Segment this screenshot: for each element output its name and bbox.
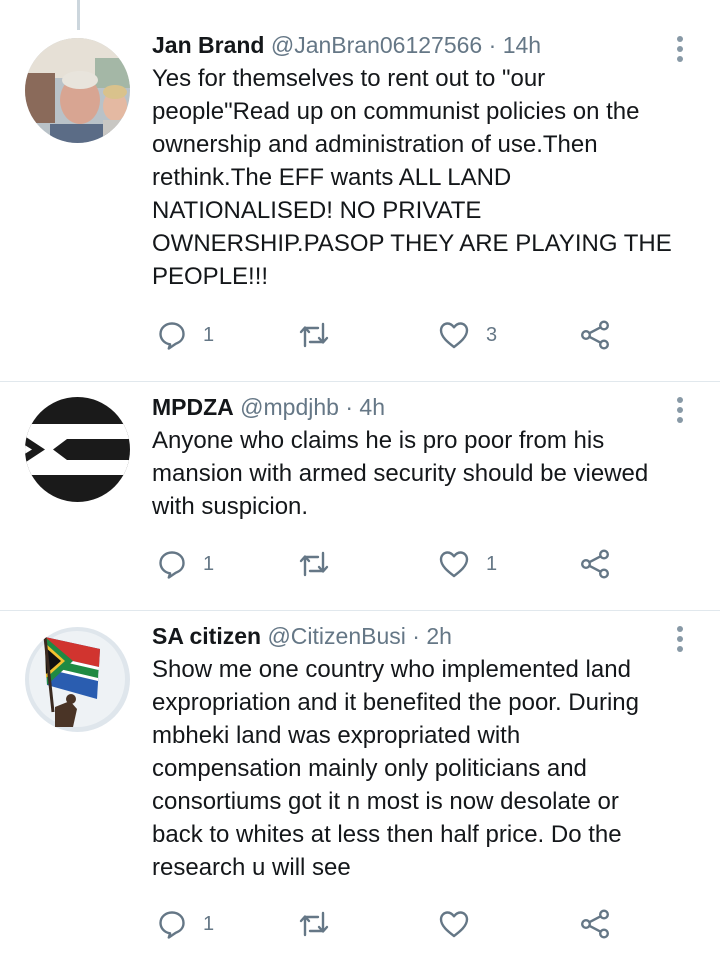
author-name[interactable]: MPDZA xyxy=(152,394,234,420)
more-options-icon[interactable] xyxy=(676,626,684,656)
reply-icon xyxy=(159,911,185,939)
tweet-header: SA citizen @CitizenBusi · 2h xyxy=(152,621,672,651)
reply-count: 1 xyxy=(203,912,215,935)
retweet-button[interactable] xyxy=(297,315,347,355)
flag-photo-icon xyxy=(25,627,130,732)
avatar[interactable] xyxy=(25,397,130,502)
reply-icon xyxy=(159,551,185,579)
heart-icon xyxy=(439,322,469,349)
avatar[interactable] xyxy=(25,38,130,143)
tweet-text-line: with suspicion. xyxy=(152,493,309,520)
reply-count: 1 xyxy=(203,323,215,346)
reply-button[interactable]: 1 xyxy=(157,315,214,355)
tweet-text-line: consortiums got it n most is now desolat… xyxy=(152,788,619,815)
like-count: 3 xyxy=(486,323,498,346)
tweet-text-line: OWNERSHIP.PASOP THEY ARE PLAYING THE xyxy=(152,230,672,257)
timestamp[interactable]: 4h xyxy=(359,394,385,420)
tweet-text: Show me one country who implemented land… xyxy=(152,653,672,884)
tweet-divider xyxy=(0,610,720,611)
tweet-actions: 1 1 xyxy=(152,544,622,584)
share-icon xyxy=(581,320,610,350)
tweet-text-line: ownership and administration of use.Then xyxy=(152,131,598,158)
author-handle[interactable]: @JanBran06127566 xyxy=(271,32,482,58)
share-button[interactable] xyxy=(579,904,611,944)
tweet-text-line: people"Read up on communist policies on … xyxy=(152,98,640,125)
flag-logo-icon xyxy=(25,397,130,502)
tweet-text-line: Yes for themselves to rent out to "our xyxy=(152,65,546,92)
like-count: 1 xyxy=(486,552,498,575)
tweet-actions: 1 3 xyxy=(152,315,622,355)
tweet-text: Anyone who claims he is pro poor from hi… xyxy=(152,424,672,523)
tweet-text-line: Anyone who claims he is pro poor from hi… xyxy=(152,427,605,454)
tweet-text-line: research u will see xyxy=(152,854,351,881)
tweet-text: Yes for themselves to rent out to "our p… xyxy=(152,62,672,293)
separator-dot: · xyxy=(488,32,497,58)
author-name[interactable]: SA citizen xyxy=(152,623,261,649)
tweet-text-line: compensation mainly only politicians and xyxy=(152,755,587,782)
retweet-icon xyxy=(299,911,329,937)
tweet-text-line: rethink.The EFF wants ALL LAND xyxy=(152,164,512,191)
tweet-divider xyxy=(0,381,720,382)
heart-icon xyxy=(439,911,469,938)
share-icon xyxy=(581,909,610,939)
reply-count: 1 xyxy=(203,552,215,575)
author-handle[interactable]: @mpdjhb xyxy=(240,394,339,420)
share-icon xyxy=(581,549,610,579)
reply-button[interactable]: 1 xyxy=(157,904,214,944)
tweet-text-line: Show me one country who implemented land xyxy=(152,656,631,683)
more-options-icon[interactable] xyxy=(676,397,684,427)
thread-connector-line xyxy=(77,0,80,30)
share-button[interactable] xyxy=(579,315,611,355)
profile-photo-icon xyxy=(25,38,130,143)
retweet-icon xyxy=(299,551,329,577)
like-button[interactable]: 1 xyxy=(438,544,497,584)
retweet-button[interactable] xyxy=(297,904,347,944)
tweet-text-line: expropriation and it benefited the poor.… xyxy=(152,689,639,716)
retweet-button[interactable] xyxy=(297,544,347,584)
tweet-header: MPDZA @mpdjhb · 4h xyxy=(152,392,672,422)
tweet-text-line: PEOPLE!!! xyxy=(152,263,269,290)
reply-button[interactable]: 1 xyxy=(157,544,214,584)
more-options-icon[interactable] xyxy=(676,36,684,66)
author-name[interactable]: Jan Brand xyxy=(152,32,264,58)
timestamp[interactable]: 2h xyxy=(426,623,452,649)
timestamp[interactable]: 14h xyxy=(503,32,541,58)
tweet-actions: 1 xyxy=(152,904,622,944)
tweet-text-line: NATIONALISED! NO PRIVATE xyxy=(152,197,482,224)
separator-dot: · xyxy=(412,623,420,649)
tweet-header: Jan Brand @JanBran06127566 · 14h xyxy=(152,30,672,60)
tweet-text-line: mansion with armed security should be vi… xyxy=(152,460,649,487)
tweet-text-line: mbheki land was expropriated with xyxy=(152,722,521,749)
share-button[interactable] xyxy=(579,544,611,584)
like-button[interactable] xyxy=(438,904,486,944)
avatar[interactable] xyxy=(25,627,130,732)
like-button[interactable]: 3 xyxy=(438,315,497,355)
heart-icon xyxy=(439,551,469,578)
author-handle[interactable]: @CitizenBusi xyxy=(267,623,405,649)
tweet-text-line: back to whites at less then half price. … xyxy=(152,821,622,848)
retweet-icon xyxy=(299,322,329,348)
reply-icon xyxy=(159,322,185,350)
separator-dot: · xyxy=(345,394,354,420)
